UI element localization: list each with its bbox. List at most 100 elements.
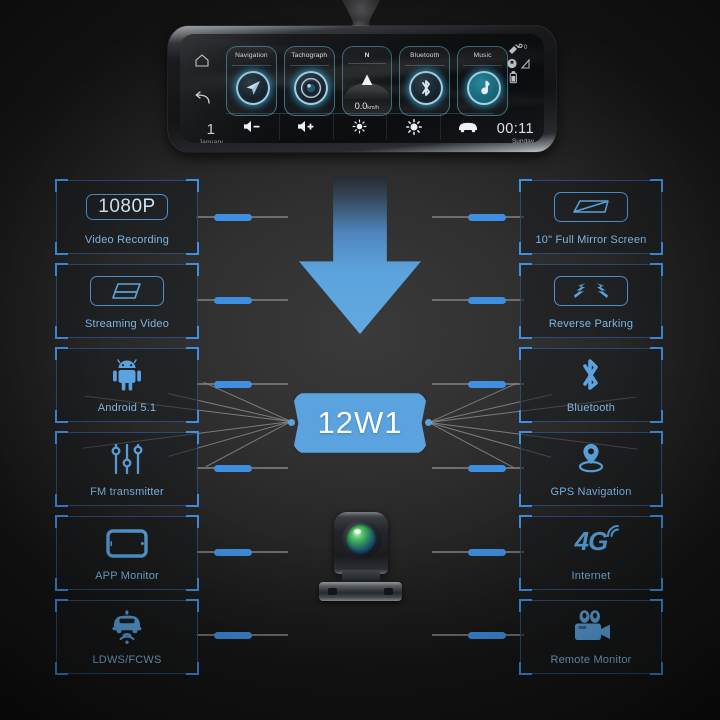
- rearview-mirror-device: 1 January 00:11 Sunday 0 Navigation Tach…: [162, 0, 562, 172]
- feature-label: Android 5.1: [97, 402, 157, 414]
- mirror-toolbar: [226, 113, 494, 140]
- feature-label: Streaming Video: [84, 318, 170, 330]
- app-tile-row: Navigation Tachograph N ▲ 0.0km/h Blueto…: [226, 46, 508, 116]
- back-arrow-icon[interactable]: [194, 91, 211, 109]
- compass-heading: N: [364, 52, 370, 59]
- app-label: Bluetooth: [410, 52, 440, 59]
- feature-label: APP Monitor: [95, 570, 159, 582]
- music-note-icon: [467, 71, 502, 105]
- camera-lens-icon: [293, 71, 328, 105]
- car-view-button[interactable]: [441, 114, 494, 140]
- smartphone-icon: [57, 524, 197, 562]
- date-day: 1: [206, 121, 216, 138]
- home-icon[interactable]: [194, 53, 210, 71]
- parking-lines-icon: [521, 272, 661, 310]
- connector-segment: [468, 548, 506, 556]
- connector-segment: [214, 213, 252, 221]
- signal-icon: [507, 58, 530, 69]
- connector-right-1: [432, 213, 524, 221]
- bluetooth-icon: [521, 356, 661, 394]
- brightness-up-button[interactable]: [387, 113, 442, 140]
- 4g-signal-icon: 4G: [521, 523, 661, 559]
- battery-icon: [509, 71, 517, 84]
- connector-left-2: [196, 296, 288, 304]
- app-label: Navigation: [235, 52, 268, 59]
- brightness-low-icon: [353, 119, 367, 134]
- feature-box-streaming-video[interactable]: Streaming Video: [55, 263, 199, 339]
- feature-box-internet[interactable]: 4G Internet: [519, 515, 663, 591]
- connector-diagonal: [206, 421, 291, 467]
- connector-segment: [214, 464, 252, 472]
- divider: [405, 65, 445, 66]
- clock-weekday: Sunday: [511, 138, 534, 143]
- feature-label: FM transmitter: [90, 486, 164, 498]
- streaming-screen-icon: [57, 272, 197, 310]
- brightness-high-icon: [405, 118, 422, 135]
- feature-box-app-monitor[interactable]: APP Monitor: [55, 515, 199, 591]
- feature-box-fm-transmitter[interactable]: FM transmitter: [55, 431, 199, 507]
- app-tile-tachograph[interactable]: Tachograph: [283, 46, 335, 116]
- feature-box-gps-navigation[interactable]: GPS Navigation: [519, 431, 663, 507]
- connector-diagonal: [428, 422, 514, 468]
- bluetooth-icon: [409, 71, 444, 105]
- connector-right-6: [432, 631, 524, 639]
- 4g-text: 4G: [574, 525, 609, 556]
- camera-lens-glint: [354, 529, 361, 534]
- connector-segment: [214, 296, 252, 304]
- model-badge-text: 12W1: [317, 405, 403, 440]
- feature-label: 10" Full Mirror Screen: [535, 234, 647, 246]
- speed-number: 0.0: [354, 101, 368, 111]
- app-label: Tachograph: [291, 52, 328, 59]
- mirror-bezel: 1 January 00:11 Sunday 0 Navigation Tach…: [168, 26, 556, 152]
- feature-box-android[interactable]: Android 5.1: [55, 347, 199, 423]
- feature-box-mirror-screen[interactable]: 10" Full Mirror Screen: [519, 179, 663, 255]
- svg-text:0: 0: [524, 45, 528, 51]
- speaker-minus-icon: [243, 121, 260, 132]
- icon-frame: [554, 276, 628, 306]
- feature-box-ldws-fcws[interactable]: LDWS/FCWS: [55, 599, 199, 675]
- speed-widget[interactable]: N ▲ 0.0km/h: [341, 46, 393, 116]
- infographic-canvas: 1 January 00:11 Sunday 0 Navigation Tach…: [0, 0, 720, 720]
- connector-segment: [214, 380, 252, 388]
- volume-up-button[interactable]: [280, 113, 334, 140]
- feature-box-bluetooth[interactable]: Bluetooth: [519, 347, 663, 423]
- resolution-text: 1080P: [86, 194, 168, 220]
- feature-box-video-recording[interactable]: 1080P Video Recording: [55, 179, 199, 255]
- speaker-plus-icon: [297, 121, 314, 132]
- connector-segment: [468, 464, 506, 472]
- connector-right-2: [432, 296, 524, 304]
- connector-left-5: [196, 548, 288, 556]
- divider: [232, 65, 271, 66]
- divider: [463, 65, 502, 66]
- mirror-screen[interactable]: 1 January 00:11 Sunday 0 Navigation Tach…: [180, 34, 544, 143]
- connector-segment: [468, 213, 506, 221]
- app-tile-music[interactable]: Music: [457, 46, 508, 116]
- feature-label: LDWS/FCWS: [92, 654, 162, 666]
- icon-frame: [554, 192, 628, 222]
- feature-label: Internet: [571, 570, 611, 582]
- brightness-down-button[interactable]: [334, 113, 388, 140]
- mirror-screen-icon: [521, 188, 661, 226]
- satellite-icon: 0: [509, 43, 528, 54]
- divider: [347, 63, 387, 64]
- icon-frame: [90, 276, 164, 306]
- feature-label: Remote Monitor: [550, 654, 632, 666]
- date-display: 1 January: [194, 122, 228, 143]
- clock-time: 00:11: [496, 121, 534, 137]
- connector-segment: [468, 380, 506, 388]
- camera-lens: [346, 524, 377, 555]
- car-sensor-icon: [57, 608, 197, 646]
- map-pin-icon: [521, 440, 661, 478]
- feature-box-reverse-parking[interactable]: Reverse Parking: [519, 263, 663, 339]
- volume-down-button[interactable]: [226, 113, 280, 140]
- connector-hub-left: [288, 419, 295, 426]
- sliders-icon: [57, 440, 197, 478]
- car-icon: [458, 122, 477, 132]
- app-tile-bluetooth[interactable]: Bluetooth: [399, 46, 451, 116]
- navigation-arrow-icon: [236, 71, 270, 105]
- feature-label: Bluetooth: [566, 402, 616, 414]
- date-month: January: [198, 139, 224, 143]
- app-tile-navigation[interactable]: Navigation: [226, 46, 277, 116]
- feature-box-remote-monitor[interactable]: Remote Monitor: [519, 599, 663, 675]
- model-badge: 12W1: [293, 393, 427, 453]
